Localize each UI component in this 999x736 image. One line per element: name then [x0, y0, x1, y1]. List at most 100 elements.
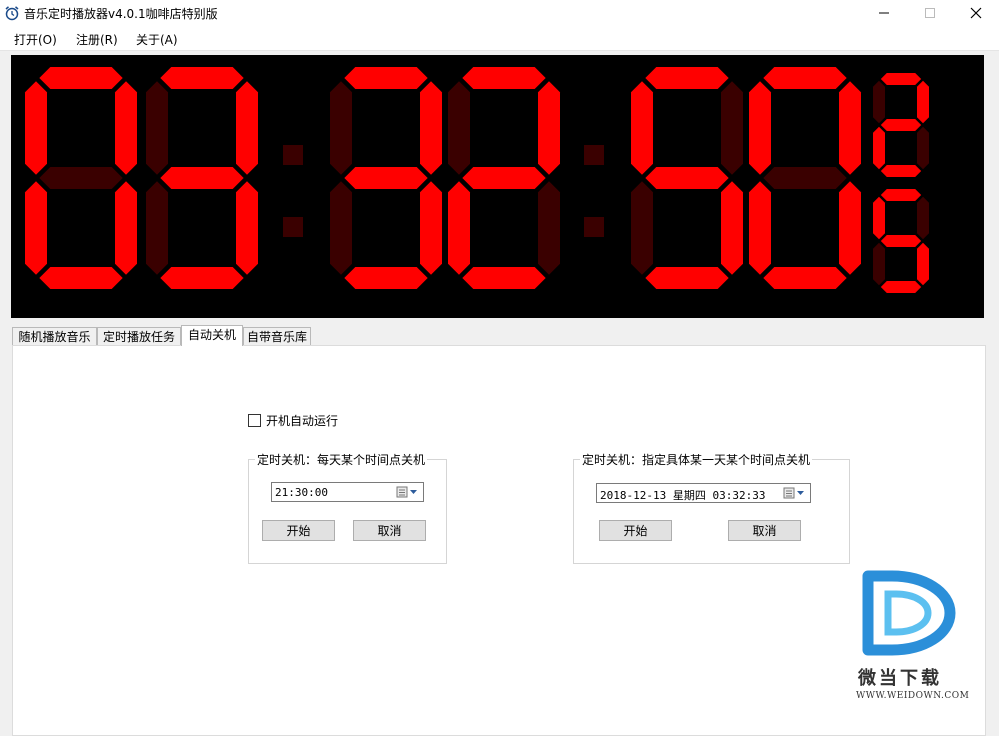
clock-digit-5-seg-b — [839, 81, 861, 175]
window-title: 音乐定时播放器v4.0.1咖啡店特别版 — [24, 7, 218, 21]
colon-1-top-dot — [283, 145, 303, 165]
clock-digit-3-seg-a — [462, 67, 546, 89]
clock-digit-1-seg-g — [160, 167, 244, 189]
maximize-button[interactable] — [907, 0, 953, 26]
menu-about[interactable]: 关于(A) — [136, 31, 178, 48]
specific-datetime-value: 2018-12-13 星期四 03:32:33 — [600, 489, 766, 502]
menu-register[interactable]: 注册(R) — [76, 31, 118, 48]
clock-digit-1-seg-c — [236, 181, 258, 275]
specific-start-button[interactable]: 开始 — [599, 520, 672, 541]
clock-digit-s0-seg-c — [917, 126, 929, 170]
clock-digit-2-seg-e — [330, 181, 352, 275]
clock-digit-5-seg-f — [749, 81, 771, 175]
clock-digit-4-seg-d — [645, 267, 729, 289]
clock-digit-1-seg-d — [160, 267, 244, 289]
specific-shutdown-title: 定时关机：指定具体某一天某个时间点关机 — [580, 451, 813, 468]
daily-start-button[interactable]: 开始 — [262, 520, 335, 541]
colon-1-bottom-dot — [283, 217, 303, 237]
led-clock-svg — [25, 67, 929, 293]
daily-time-value: 21:30:00 — [275, 486, 328, 499]
tab-auto-shutdown[interactable]: 自动关机 — [181, 325, 243, 346]
clock-digit-4-seg-g — [645, 167, 729, 189]
clock-digit-5-seg-c — [839, 181, 861, 275]
clock-digit-s1-seg-c — [917, 242, 929, 286]
tab-scheduled-play[interactable]: 定时播放任务 — [97, 327, 181, 345]
clock-digit-4-seg-e — [631, 181, 653, 275]
clock-digit-s1-seg-g — [880, 235, 922, 247]
menu-open[interactable]: 打开(O) — [14, 31, 57, 48]
title-bar: 音乐定时播放器v4.0.1咖啡店特别版 — [0, 0, 999, 26]
clock-digit-s0-seg-a — [880, 73, 922, 85]
clock-digit-s0-seg-b — [917, 80, 929, 124]
clock-digit-2-seg-g — [344, 167, 428, 189]
clock-digit-4-seg-f — [631, 81, 653, 175]
minimize-icon — [879, 12, 889, 14]
clock-digit-0-seg-g — [39, 167, 123, 189]
clock-digit-3-seg-g — [462, 167, 546, 189]
maximize-icon — [925, 8, 935, 18]
specific-shutdown-group: 定时关机：指定具体某一天某个时间点关机 — [573, 451, 850, 564]
clock-digit-0-seg-c — [115, 181, 137, 275]
clock-digit-4-seg-c — [721, 181, 743, 275]
clock-digit-5-seg-a — [763, 67, 847, 89]
startup-checkbox-row[interactable]: 开机自动运行 — [248, 412, 338, 429]
colon-2-top-dot — [584, 145, 604, 165]
clock-digit-2-seg-c — [420, 181, 442, 275]
clock-digit-4-seg-b — [721, 81, 743, 175]
clock-digit-5-seg-e — [749, 181, 771, 275]
clock-digit-0-seg-e — [25, 181, 47, 275]
clock-digit-s0-seg-f — [873, 80, 885, 124]
calendar-dropdown-icon — [396, 486, 417, 498]
clock-digit-3-seg-e — [448, 181, 470, 275]
watermark-name: 微当下载 — [858, 668, 942, 689]
clock-digit-s1-seg-e — [873, 242, 885, 286]
daily-time-picker[interactable]: 21:30:00 — [271, 482, 424, 502]
clock-digit-s1-seg-a — [880, 189, 922, 201]
specific-datetime-picker[interactable]: 2018-12-13 星期四 03:32:33 — [596, 483, 811, 503]
clock-digit-0-seg-a — [39, 67, 123, 89]
daily-cancel-button[interactable]: 取消 — [353, 520, 426, 541]
menu-bar: 打开(O) 注册(R) 关于(A) — [0, 26, 999, 51]
minimize-button[interactable] — [861, 0, 907, 26]
clock-digit-s1-seg-d — [880, 281, 922, 293]
specific-datetime-dropdown[interactable] — [782, 486, 808, 500]
clock-digit-1-seg-e — [146, 181, 168, 275]
clock-digit-0-seg-b — [115, 81, 137, 175]
tab-music-library[interactable]: 自带音乐库 — [243, 327, 311, 345]
clock-digit-1-seg-b — [236, 81, 258, 175]
clock-digit-3-seg-b — [538, 81, 560, 175]
clock-digit-4-seg-a — [645, 67, 729, 89]
clock-digit-3-seg-c — [538, 181, 560, 275]
clock-digit-s1-seg-b — [917, 196, 929, 240]
clock-digit-3-seg-f — [448, 81, 470, 175]
daily-shutdown-title: 定时关机：每天某个时间点关机 — [255, 451, 428, 468]
clock-digit-s0-seg-e — [873, 126, 885, 170]
clock-digit-1-seg-f — [146, 81, 168, 175]
calendar-dropdown-icon — [783, 487, 804, 499]
tab-random-play[interactable]: 随机播放音乐 — [12, 327, 97, 345]
clock-digit-0-seg-f — [25, 81, 47, 175]
clock-digit-2-seg-d — [344, 267, 428, 289]
clock-digit-2-seg-f — [330, 81, 352, 175]
daily-time-dropdown[interactable] — [395, 485, 421, 499]
startup-checkbox[interactable] — [248, 414, 261, 427]
specific-cancel-button[interactable]: 取消 — [728, 520, 801, 541]
clock-digit-s0-seg-g — [880, 119, 922, 131]
clock-digit-0-seg-d — [39, 267, 123, 289]
close-button[interactable] — [953, 0, 999, 26]
clock-digit-3-seg-d — [462, 267, 546, 289]
clock-digit-s0-seg-d — [880, 165, 922, 177]
clock-digit-5-seg-d — [763, 267, 847, 289]
clock-digit-1-seg-a — [160, 67, 244, 89]
colon-2-bottom-dot — [584, 217, 604, 237]
daily-shutdown-group: 定时关机：每天某个时间点关机 — [248, 451, 447, 564]
clock-digit-2-seg-b — [420, 81, 442, 175]
clock-digit-5-seg-g — [763, 167, 847, 189]
alarm-clock-icon — [5, 6, 19, 21]
led-clock-display — [11, 55, 984, 318]
watermark-url: WWW.WEIDOWN.COM — [856, 691, 970, 701]
startup-checkbox-label: 开机自动运行 — [266, 414, 339, 428]
clock-digit-2-seg-a — [344, 67, 428, 89]
clock-digit-s1-seg-f — [873, 196, 885, 240]
close-icon — [970, 7, 982, 19]
